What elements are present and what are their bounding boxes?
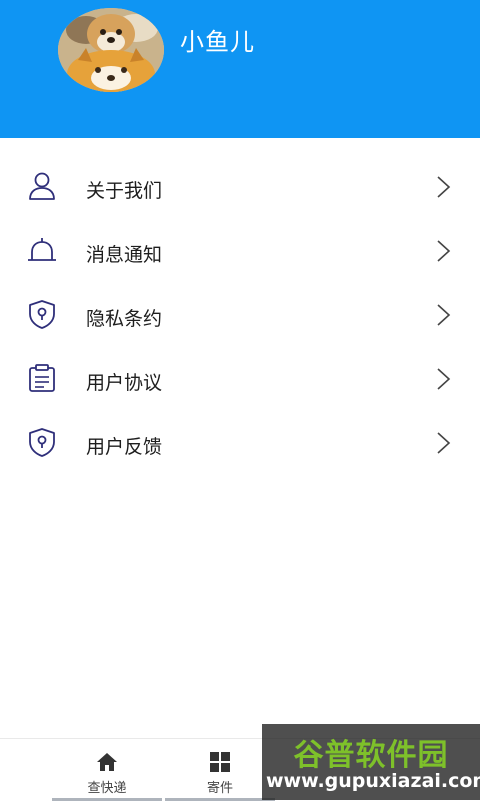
menu-item-user-feedback[interactable]: 用户反馈 xyxy=(0,412,480,476)
menu-item-user-agreement[interactable]: 用户协议 xyxy=(0,348,480,412)
menu-item-label: 隐私条约 xyxy=(86,308,163,330)
chevron-right-icon xyxy=(437,368,451,390)
grid-icon xyxy=(210,752,230,772)
tab-query-express[interactable]: 查快递 xyxy=(52,739,162,801)
home-icon xyxy=(97,753,117,771)
chevron-right-icon xyxy=(437,240,451,262)
chevron-right-icon xyxy=(437,432,451,454)
menu-item-label: 消息通知 xyxy=(86,244,163,266)
clipboard-icon xyxy=(29,364,55,392)
user-icon xyxy=(29,172,55,200)
settings-menu: 关于我们 消息通知 隐私条约 用户协议 用户反馈 xyxy=(0,156,480,476)
chevron-right-icon xyxy=(437,304,451,326)
tab-label: 寄件 xyxy=(206,781,233,796)
watermark-overlay: 谷普软件园 www.gupuxiazai.com xyxy=(262,724,480,800)
watermark-title: 谷普软件园 xyxy=(293,738,449,773)
menu-item-notifications[interactable]: 消息通知 xyxy=(0,220,480,284)
menu-item-label: 用户反馈 xyxy=(86,436,163,458)
chevron-right-icon xyxy=(437,176,451,198)
tab-label: 查快递 xyxy=(87,781,127,796)
bell-icon xyxy=(28,238,56,261)
watermark-url: www.gupuxiazai.com xyxy=(266,770,480,792)
shiba-avatar-image xyxy=(58,8,164,92)
username: 小鱼儿 xyxy=(180,28,255,56)
menu-item-label: 关于我们 xyxy=(86,180,163,202)
shield-icon xyxy=(29,300,55,329)
avatar[interactable] xyxy=(58,8,164,92)
menu-item-label: 用户协议 xyxy=(86,372,163,394)
profile-header: 小鱼儿 xyxy=(0,0,480,138)
menu-item-privacy-policy[interactable]: 隐私条约 xyxy=(0,284,480,348)
shield-icon xyxy=(29,428,55,457)
menu-item-about-us[interactable]: 关于我们 xyxy=(0,156,480,220)
tab-send-package[interactable]: 寄件 xyxy=(165,739,275,801)
